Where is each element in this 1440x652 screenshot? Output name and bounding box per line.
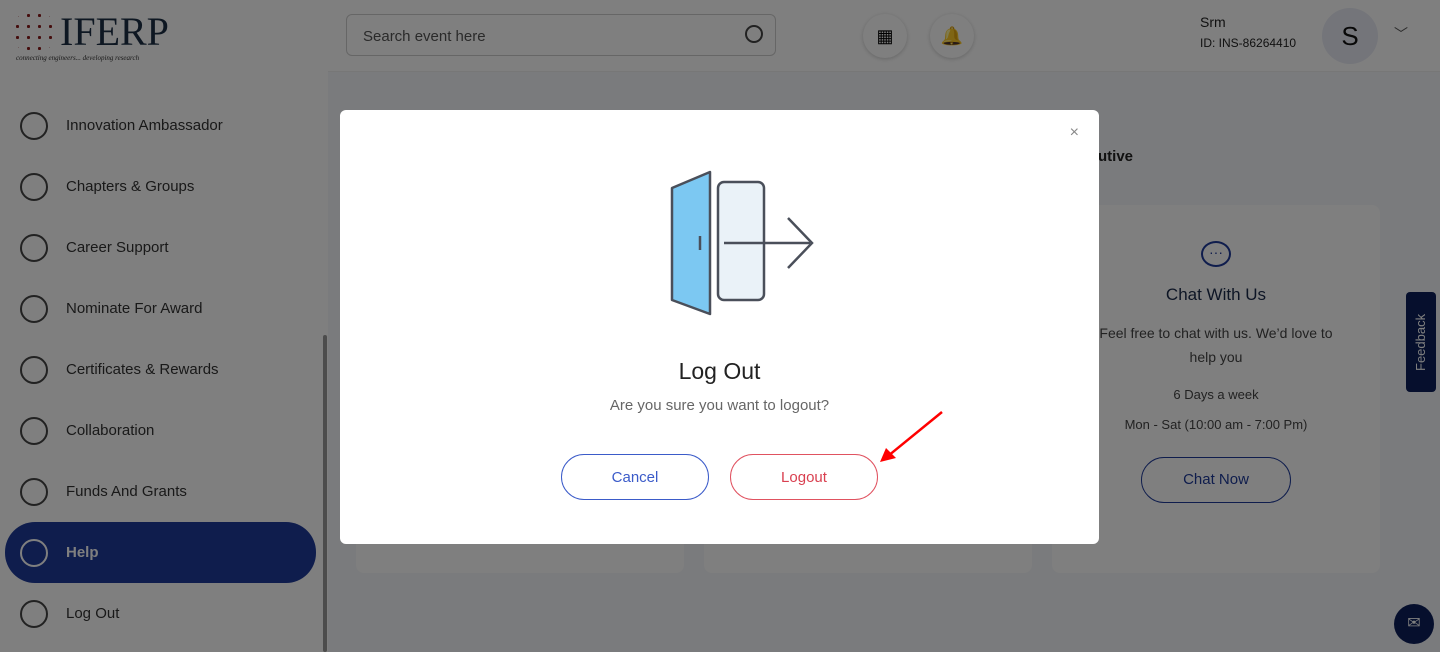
logout-button[interactable]: Logout: [730, 454, 878, 500]
modal-question: Are you sure you want to logout?: [609, 397, 830, 414]
logout-door-icon: [670, 170, 814, 316]
modal-title: Log Out: [678, 358, 761, 384]
logout-modal: × Log Out Are you sure you want to logou…: [340, 110, 1099, 544]
close-icon[interactable]: ×: [1070, 124, 1079, 142]
annotation-arrow: [880, 411, 943, 462]
cancel-button[interactable]: Cancel: [561, 454, 709, 500]
